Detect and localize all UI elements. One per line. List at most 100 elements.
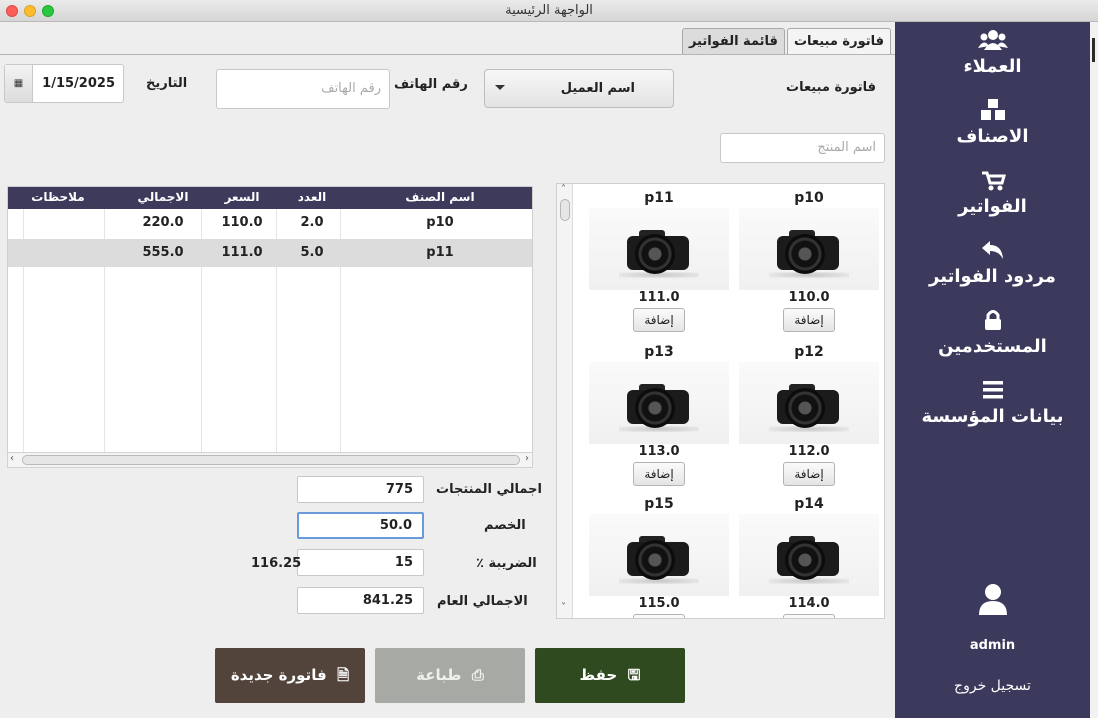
date-picker[interactable]: ▦ 1/15/2025	[4, 64, 124, 103]
cell-qty: 2.0	[276, 215, 348, 230]
reply-icon	[978, 238, 1008, 262]
product-name: p14	[739, 496, 879, 512]
sidebar-item-label: العملاء	[895, 56, 1090, 77]
sidebar-item-users[interactable]: المستخدمين	[895, 308, 1090, 357]
product-price: 113.0	[589, 444, 729, 459]
add-product-button[interactable]: إضافة	[783, 614, 835, 619]
sidebar-item-customers[interactable]: العملاء	[895, 28, 1090, 77]
column-header-name: اسم الصنف	[348, 190, 532, 204]
print-button[interactable]: طباعة ⎙	[375, 648, 525, 703]
table-horizontal-scrollbar[interactable]: ‹ ›	[7, 452, 533, 468]
sidebar-item-label: مردود الفواتير	[895, 266, 1090, 287]
customer-select[interactable]: اسم العميل	[484, 69, 674, 108]
product-card: p12 112.0 إضافة	[739, 338, 879, 488]
grand-total-field[interactable]: 841.25	[297, 587, 424, 614]
product-price: 111.0	[589, 290, 729, 305]
product-name: p15	[589, 496, 729, 512]
file-icon: 🗎	[332, 666, 349, 684]
table-header: اسم الصنف العدد السعر الاجمالي ملاحظات	[8, 187, 532, 209]
print-label: طباعة	[416, 666, 461, 684]
sidebar-item-company[interactable]: بيانات المؤسسة	[895, 378, 1090, 427]
date-value: 1/15/2025	[42, 76, 115, 91]
main-content: فاتورة مبيعات قائمة الفواتير فاتورة مبيع…	[0, 22, 895, 718]
window-edge	[1090, 22, 1098, 718]
cell-qty: 5.0	[276, 245, 348, 260]
table-row[interactable]: p11 5.0 111.0 555.0	[8, 239, 532, 267]
sidebar-item-label: بيانات المؤسسة	[895, 406, 1090, 427]
users-icon	[978, 28, 1008, 52]
scroll-indicator	[1092, 38, 1095, 62]
tax-rate-field[interactable]: 15	[297, 549, 424, 576]
add-product-button[interactable]: إضافة	[783, 462, 835, 486]
tab-invoice-list[interactable]: قائمة الفواتير	[682, 28, 785, 54]
camera-image	[739, 514, 879, 596]
date-label: التاريخ	[146, 76, 187, 91]
add-product-button[interactable]: إضافة	[633, 462, 685, 486]
window-titlebar: الواجهة الرئيسية	[0, 0, 1098, 22]
product-price: 112.0	[739, 444, 879, 459]
sidebar-item-invoices[interactable]: الفواتير	[895, 168, 1090, 217]
scroll-down-icon[interactable]: ˅	[561, 602, 566, 613]
printer-icon: ⎙	[467, 666, 484, 684]
products-total-field[interactable]: 775	[297, 476, 424, 503]
scroll-right-icon[interactable]: ›	[525, 453, 529, 464]
camera-image	[589, 514, 729, 596]
column-header-notes: ملاحظات	[8, 190, 108, 204]
product-price: 115.0	[589, 596, 729, 611]
floppy-icon: 🖫	[622, 666, 640, 684]
sidebar-item-label: الاصناف	[895, 126, 1090, 147]
lock-icon	[978, 308, 1008, 332]
user-profile	[895, 582, 1090, 616]
logout-button[interactable]: تسجيل خروج	[895, 678, 1090, 694]
camera-image	[739, 208, 879, 290]
sidebar-item-items[interactable]: الاصناف	[895, 98, 1090, 147]
cell-name: p10	[348, 215, 532, 230]
new-invoice-button[interactable]: فاتورة جديدة 🗎	[215, 648, 365, 703]
phone-label: رقم الهاتف	[394, 77, 468, 92]
sidebar-item-returns[interactable]: مردود الفواتير	[895, 238, 1090, 287]
product-card: p13 113.0 إضافة	[589, 338, 729, 488]
add-product-button[interactable]: إضافة	[633, 308, 685, 332]
username: admin	[895, 638, 1090, 653]
product-grid-scrollbar[interactable]: ˄ ˅	[557, 184, 573, 618]
scrollbar-thumb[interactable]	[560, 199, 570, 221]
cubes-icon	[978, 98, 1008, 122]
add-product-button[interactable]: إضافة	[783, 308, 835, 332]
products-total-label: اجمالي المنتجات	[436, 482, 542, 497]
customer-select-value: اسم العميل	[561, 81, 635, 96]
scroll-left-icon[interactable]: ‹	[10, 453, 14, 464]
tab-divider	[0, 54, 895, 55]
tab-bar: فاتورة مبيعات قائمة الفواتير	[680, 28, 891, 54]
scrollbar-thumb[interactable]	[22, 455, 520, 465]
save-button[interactable]: حفظ 🖫	[535, 648, 685, 703]
scroll-up-icon[interactable]: ˄	[561, 184, 566, 195]
phone-input[interactable]: رقم الهاتف	[216, 69, 390, 109]
discount-field[interactable]: 50.0	[297, 512, 424, 539]
window-title: الواجهة الرئيسية	[0, 3, 1098, 18]
cell-price: 111.0	[208, 245, 276, 260]
grand-total-label: الاجمالي العام	[437, 594, 528, 609]
product-name: p13	[589, 344, 729, 360]
invoice-type-label: فاتورة مبيعات	[786, 80, 876, 95]
tax-label: الضريبة ٪	[476, 556, 537, 571]
tax-amount: 116.25	[251, 556, 301, 571]
product-price: 110.0	[739, 290, 879, 305]
add-product-button[interactable]: إضافة	[633, 614, 685, 619]
product-name: p10	[739, 190, 879, 206]
product-card: p10 110.0 إضافة	[739, 184, 879, 334]
camera-image	[739, 362, 879, 444]
sidebar-item-label: المستخدمين	[895, 336, 1090, 357]
camera-image	[589, 208, 729, 290]
cell-name: p11	[348, 245, 532, 260]
table-row[interactable]: p10 2.0 110.0 220.0	[8, 209, 532, 237]
cart-icon	[978, 168, 1008, 192]
product-name: p12	[739, 344, 879, 360]
tab-sales-invoice[interactable]: فاتورة مبيعات	[787, 28, 891, 54]
column-header-total: الاجمالي	[118, 190, 208, 204]
product-search-input[interactable]: اسم المنتج	[720, 133, 885, 163]
camera-image	[589, 362, 729, 444]
product-grid: ˄ ˅ p10 110.0 إضافة p11 111.0 إضافة p12 …	[556, 183, 885, 619]
sidebar-item-label: الفواتير	[895, 196, 1090, 217]
product-card: p11 111.0 إضافة	[589, 184, 729, 334]
calendar-icon[interactable]: ▦	[5, 65, 33, 102]
